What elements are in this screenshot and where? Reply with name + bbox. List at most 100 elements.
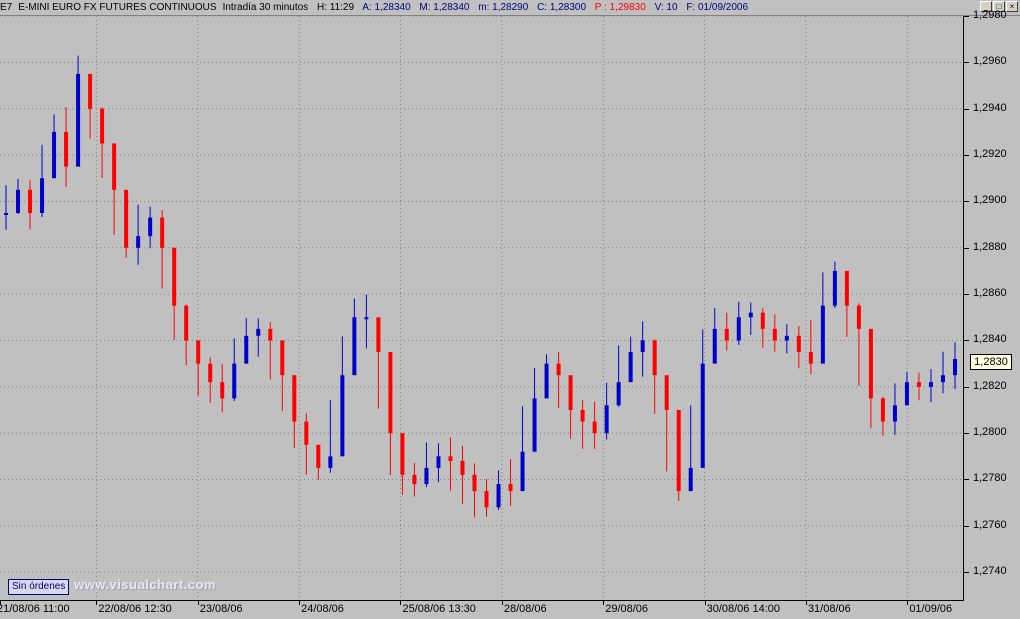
price-bar-body bbox=[4, 212, 8, 215]
price-bar-body bbox=[352, 317, 357, 376]
price-bar-body bbox=[460, 460, 465, 475]
y-tick-label: 1,2740 bbox=[973, 565, 1007, 578]
y-tick bbox=[964, 294, 969, 296]
y-tick bbox=[964, 247, 969, 249]
price-bar-body bbox=[520, 451, 525, 492]
price-bar-body bbox=[916, 382, 921, 387]
x-tick-label: 31/08/06 bbox=[807, 603, 851, 615]
price-bar-body bbox=[448, 456, 453, 461]
x-tick bbox=[197, 601, 199, 605]
y-tick bbox=[964, 386, 969, 388]
x-tick bbox=[400, 601, 402, 605]
y-tick bbox=[964, 572, 969, 574]
price-bar-body bbox=[328, 456, 333, 468]
x-tick bbox=[501, 601, 503, 605]
x-tick-label: 25/08/06 13:30 bbox=[402, 603, 476, 615]
price-bar-body bbox=[640, 340, 645, 353]
y-tick bbox=[964, 340, 969, 342]
y-tick bbox=[964, 16, 969, 17]
price-bar-body bbox=[496, 484, 501, 508]
price-bar-body bbox=[832, 270, 837, 306]
price-bar-body bbox=[256, 328, 261, 336]
price-bar-body bbox=[124, 189, 129, 248]
price-bar-body bbox=[556, 363, 561, 376]
price-bar-body bbox=[748, 312, 753, 318]
y-tick bbox=[964, 525, 969, 527]
price-bar-body bbox=[532, 398, 537, 452]
max-value: M: 1,28340 bbox=[419, 2, 470, 13]
price-bar-body bbox=[400, 433, 405, 475]
price-bar-body bbox=[700, 363, 705, 468]
min-value: m: 1,28290 bbox=[478, 2, 529, 13]
price-bar-body bbox=[40, 178, 45, 213]
price-bar-body bbox=[424, 467, 429, 485]
open-value: A: 1,28340 bbox=[362, 2, 411, 13]
price-bar-body bbox=[856, 305, 861, 329]
price-bar-body bbox=[808, 352, 813, 364]
price-bar-body bbox=[64, 131, 69, 167]
price-bar-body bbox=[796, 335, 801, 353]
price-bar-body bbox=[136, 236, 141, 248]
hour-value: H: 11:29 bbox=[316, 2, 355, 13]
x-tick-label: 22/08/06 12:30 bbox=[98, 603, 172, 615]
y-tick-label: 1,2820 bbox=[973, 379, 1007, 392]
price-bar-body bbox=[76, 73, 81, 167]
instrument-name: E-MINI EURO FX FUTURES CONTINUOUS bbox=[18, 2, 217, 13]
price-bar-body bbox=[220, 382, 225, 399]
x-tick-label: 21/08/06 11:00 bbox=[0, 603, 70, 615]
price-bar-body bbox=[580, 409, 585, 422]
price-bar-body bbox=[928, 382, 933, 387]
price-bar-body bbox=[592, 421, 597, 434]
y-tick-label: 1,2900 bbox=[973, 194, 1007, 207]
price-bar-body bbox=[688, 467, 693, 492]
price-bar-body bbox=[292, 375, 297, 422]
price-bar-body bbox=[304, 421, 309, 445]
price-bar-body bbox=[232, 363, 237, 399]
price-bar-body bbox=[784, 335, 789, 341]
price-bar-body bbox=[568, 375, 573, 410]
price-bar-body bbox=[484, 491, 489, 508]
price-bar-body bbox=[892, 405, 897, 422]
y-tick-label: 1,2920 bbox=[973, 148, 1007, 161]
price-bar-body bbox=[196, 340, 201, 364]
price-bar-body bbox=[604, 405, 609, 434]
time-axis: 21/08/06 11:00 22/08/06 12:30 23/08/06 24/0… bbox=[0, 601, 1020, 619]
price-bar-body bbox=[436, 456, 441, 468]
y-tick bbox=[964, 108, 969, 110]
price-bar-body bbox=[244, 335, 249, 364]
y-tick bbox=[964, 433, 969, 435]
price-bar-body bbox=[652, 340, 657, 376]
x-tick bbox=[96, 601, 98, 605]
price-bar-body bbox=[472, 474, 477, 492]
price-bar-body bbox=[844, 270, 849, 306]
x-tick bbox=[704, 601, 706, 605]
x-tick-label: 23/08/06 bbox=[199, 603, 243, 615]
price-bar-body bbox=[712, 328, 717, 364]
price-bar-body bbox=[100, 108, 105, 144]
price-bar-body bbox=[28, 189, 33, 213]
price-bar-body bbox=[364, 317, 369, 320]
plot-area[interactable] bbox=[0, 16, 964, 601]
symbol-label: E7 bbox=[0, 2, 13, 13]
price-bar-body bbox=[868, 328, 873, 399]
price-bar-body bbox=[172, 247, 177, 306]
x-tick bbox=[299, 601, 301, 605]
price-bar-body bbox=[148, 217, 153, 237]
period-label: Intradía 30 minutos bbox=[222, 2, 309, 13]
price-bar-body bbox=[760, 312, 765, 329]
y-tick-label: 1,2980 bbox=[973, 9, 1007, 21]
last-price-marker: 1,2830 bbox=[970, 354, 1012, 370]
orders-button[interactable]: Sin órdenes bbox=[8, 579, 70, 595]
price-bar-body bbox=[772, 328, 777, 341]
price-bar-body bbox=[340, 375, 345, 457]
y-tick-label: 1,2880 bbox=[973, 240, 1007, 253]
x-tick-label: 29/08/06 bbox=[605, 603, 649, 615]
y-tick bbox=[964, 62, 969, 64]
price-bar-body bbox=[52, 131, 57, 179]
price-bar-body bbox=[953, 358, 957, 376]
price-bar-body bbox=[316, 444, 321, 468]
volume-value: V: 10 bbox=[654, 2, 678, 13]
x-tick-label: 30/08/06 14:00 bbox=[706, 603, 780, 615]
close-button[interactable]: × bbox=[1006, 1, 1018, 12]
price-bar-body bbox=[280, 340, 285, 376]
